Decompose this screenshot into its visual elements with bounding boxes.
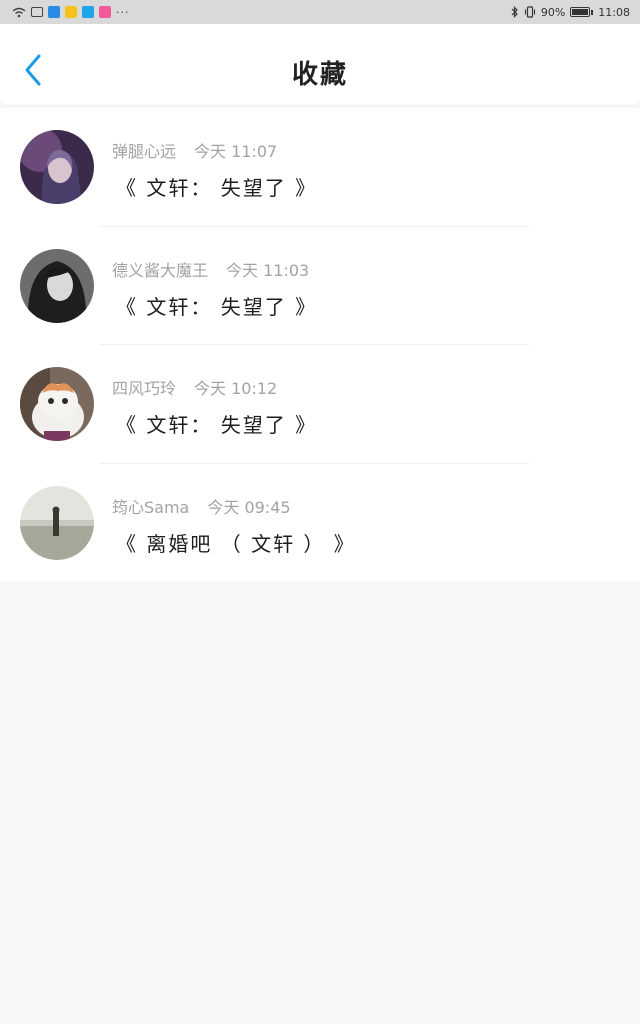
more-notifications-icon: ··· (116, 5, 130, 19)
timestamp: 今天 09:45 (207, 497, 291, 517)
item-meta: 弹腿心远 今天 11:07 (112, 138, 277, 162)
avatar-image (20, 485, 94, 560)
timestamp: 今天 11:07 (194, 142, 278, 161)
favorite-title[interactable]: 《 文轩： 失望了 》 (116, 172, 317, 201)
chat-app-icon (65, 6, 77, 18)
username: 四风巧玲 (112, 379, 177, 398)
list-item[interactable]: 四风巧玲 今天 10:12 《 文轩： 失望了 》 (0, 345, 640, 464)
battery-percent: 90% (540, 5, 566, 19)
username: 弹腿心远 (112, 142, 177, 161)
favorite-title[interactable]: 《 离婚吧 （ 文轩 ） 》 (116, 528, 356, 557)
favorite-title[interactable]: 《 文轩： 失望了 》 (116, 291, 317, 320)
battery-tip (591, 9, 594, 15)
avatar[interactable] (20, 367, 94, 441)
item-meta: 筠心Sama 今天 09:45 (112, 494, 291, 518)
bluetooth-icon (511, 6, 518, 18)
avatar-image (20, 130, 94, 204)
username: 筠心Sama (112, 497, 190, 517)
avatar[interactable] (20, 485, 94, 560)
tv-app-icon (31, 7, 43, 17)
avatar-image (20, 248, 94, 323)
list-item[interactable]: 弹腿心远 今天 11:07 《 文轩： 失望了 》 (0, 108, 640, 227)
status-bar-left: ··· (12, 6, 130, 19)
item-meta: 德义酱大魔王 今天 11:03 (112, 257, 309, 281)
status-bar-right: 90% 11:08 (511, 6, 630, 19)
username: 德义酱大魔王 (112, 260, 209, 280)
bilibili-app-icon (99, 6, 111, 18)
list-item[interactable]: 筠心Sama 今天 09:45 《 离婚吧 （ 文轩 ） 》 (0, 464, 640, 583)
search-app-icon (82, 6, 94, 18)
header: 收藏 (0, 24, 640, 106)
avatar[interactable] (20, 248, 94, 323)
item-meta: 四风巧玲 今天 10:12 (112, 375, 277, 399)
status-bar: ··· 90% 11:08 (0, 0, 640, 24)
wifi-icon (12, 7, 26, 18)
favorites-list: 弹腿心远 今天 11:07 《 文轩： 失望了 》 德义酱大魔王 今天 11:03 … (0, 108, 640, 582)
clock: 11:08 (598, 5, 630, 19)
vibrate-icon (524, 6, 535, 18)
battery-icon (570, 7, 591, 17)
page-title: 收藏 (291, 60, 348, 90)
timestamp: 今天 10:12 (194, 379, 278, 398)
avatar[interactable] (20, 130, 94, 204)
shield-app-icon (48, 6, 60, 18)
favorite-title[interactable]: 《 文轩： 失望了 》 (116, 409, 317, 438)
list-item[interactable]: 德义酱大魔王 今天 11:03 《 文轩： 失望了 》 (0, 227, 640, 345)
timestamp: 今天 11:03 (226, 260, 310, 280)
avatar-image (20, 367, 94, 441)
